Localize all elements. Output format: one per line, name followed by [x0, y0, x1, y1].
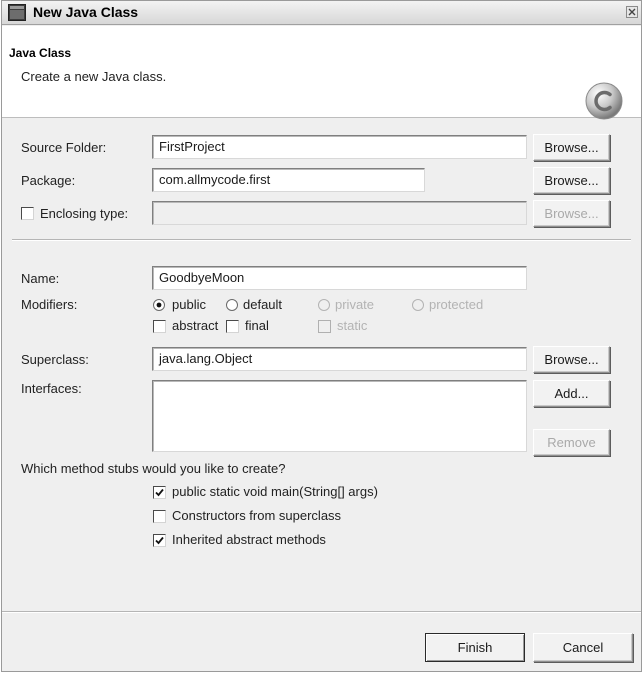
constructors-checkbox[interactable] — [153, 510, 166, 523]
main-method-checkbox[interactable] — [153, 486, 166, 499]
banner-description: Create a new Java class. — [21, 69, 167, 84]
radio-public-label: public — [172, 297, 206, 312]
radio-public[interactable] — [153, 299, 165, 311]
radio-private-label: private — [335, 297, 375, 312]
title-bar[interactable]: New Java Class — [2, 1, 641, 25]
interfaces-label: Interfaces: — [21, 381, 82, 396]
source-folder-input[interactable]: FirstProject — [152, 135, 527, 159]
source-folder-browse-button[interactable]: Browse... — [533, 134, 610, 161]
enclosing-type-checkbox[interactable] — [21, 207, 34, 220]
static-label: static — [337, 318, 368, 333]
package-browse-button[interactable]: Browse... — [533, 167, 610, 194]
wizard-banner: Java Class Create a new Java class. — [2, 26, 641, 120]
modifiers-label: Modifiers: — [21, 297, 78, 312]
static-checkbox[interactable] — [318, 320, 331, 333]
package-label: Package: — [21, 173, 76, 188]
inherited-methods-checkbox[interactable] — [153, 534, 166, 547]
main-method-label: public static void main(String[] args) — [172, 484, 378, 499]
radio-protected[interactable] — [412, 299, 424, 311]
name-label: Name: — [21, 271, 60, 286]
method-stubs-question: Which method stubs would you like to cre… — [21, 461, 286, 476]
close-icon[interactable] — [626, 6, 638, 18]
superclass-browse-button[interactable]: Browse... — [533, 346, 610, 373]
section-divider — [12, 239, 631, 241]
inherited-methods-label: Inherited abstract methods — [172, 532, 326, 547]
radio-default[interactable] — [226, 299, 238, 311]
eclipse-window-icon — [8, 4, 26, 21]
name-input[interactable]: GoodbyeMoon — [152, 266, 527, 290]
cancel-button[interactable]: Cancel — [533, 633, 633, 662]
banner-title: Java Class — [9, 46, 72, 60]
abstract-label: abstract — [172, 318, 219, 333]
finish-button[interactable]: Finish — [425, 633, 525, 662]
footer-divider — [2, 611, 641, 613]
checkmark-icon — [155, 488, 164, 497]
add-interface-button[interactable]: Add... — [533, 380, 610, 407]
enclosing-type-browse-button[interactable]: Browse... — [533, 200, 610, 227]
package-input[interactable]: com.allmycode.first — [152, 168, 425, 192]
interfaces-list[interactable] — [152, 380, 527, 452]
checkmark-icon — [155, 536, 164, 545]
new-java-class-dialog: New Java Class Java Class Create a new J… — [1, 0, 642, 672]
superclass-input[interactable]: java.lang.Object — [152, 347, 527, 371]
radio-default-label: default — [243, 297, 283, 312]
constructors-label: Constructors from superclass — [172, 508, 342, 523]
radio-protected-label: protected — [429, 297, 484, 312]
source-folder-label: Source Folder: — [21, 140, 107, 155]
final-checkbox[interactable] — [226, 320, 239, 333]
radio-private[interactable] — [318, 299, 330, 311]
window-title: New Java Class — [33, 4, 139, 20]
enclosing-type-label: Enclosing type: — [40, 206, 129, 221]
final-label: final — [245, 318, 269, 333]
superclass-label: Superclass: — [21, 352, 89, 367]
java-class-logo-icon — [585, 82, 623, 120]
abstract-checkbox[interactable] — [153, 320, 166, 333]
remove-interface-button[interactable]: Remove — [533, 429, 610, 456]
enclosing-type-input[interactable] — [152, 201, 527, 225]
